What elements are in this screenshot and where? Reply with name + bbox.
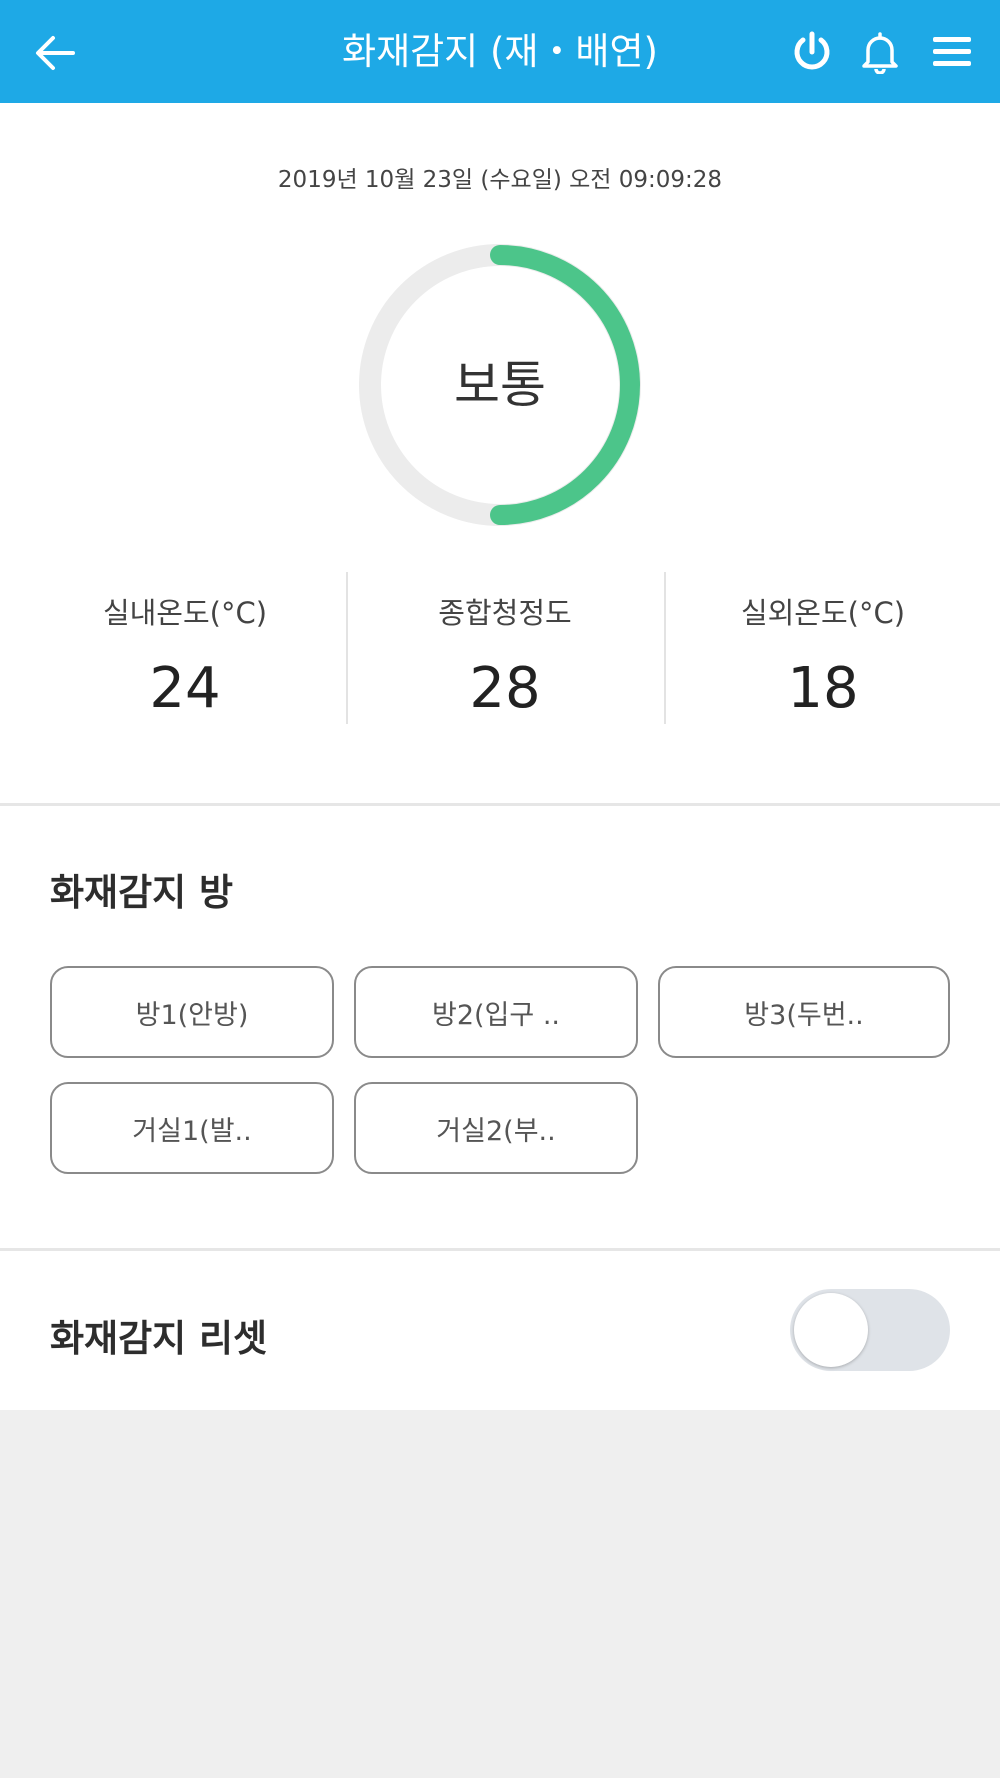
hamburger-menu-icon	[933, 37, 971, 66]
room-button[interactable]: 거실2(부..	[354, 1082, 638, 1174]
top-app-bar: 화재감지 (재・배연)	[0, 0, 1000, 103]
bell-icon	[862, 32, 898, 74]
stat-air-cleanliness: 종합청정도 28	[345, 590, 665, 721]
arrow-left-icon	[36, 36, 75, 70]
stat-value: 24	[149, 656, 221, 721]
power-button[interactable]	[782, 22, 842, 82]
back-button[interactable]	[30, 28, 80, 78]
page-title: 화재감지 (재・배연)	[342, 30, 658, 73]
app-root: 화재감지 (재・배연) 2019년 10월 23일 (수요일) 오전 09:09…	[0, 0, 1000, 1778]
stat-label: 실외온도(°C)	[740, 596, 906, 630]
reset-section-title: 화재감지 리셋	[50, 1317, 268, 1360]
stat-value: 18	[787, 656, 859, 721]
notifications-button[interactable]	[850, 22, 910, 82]
section-divider	[0, 1248, 1000, 1251]
air-quality-gauge: 보통	[350, 235, 650, 535]
room-button[interactable]: 거실1(발..	[50, 1082, 334, 1174]
section-divider	[0, 803, 1000, 806]
room-button[interactable]: 방2(입구 ..	[354, 966, 638, 1058]
room-button[interactable]: 방3(두번..	[658, 966, 950, 1058]
stat-outdoor-temperature: 실외온도(°C) 18	[663, 590, 983, 721]
datetime-label: 2019년 10월 23일 (수요일) 오전 09:09:28	[277, 167, 723, 193]
rooms-section-title: 화재감지 방	[50, 871, 234, 914]
air-quality-status: 보통	[454, 356, 546, 414]
stat-value: 28	[469, 656, 541, 721]
reset-toggle[interactable]	[790, 1289, 950, 1371]
toggle-knob	[794, 1293, 868, 1367]
stat-label: 실내온도(°C)	[102, 596, 268, 630]
stat-indoor-temperature: 실내온도(°C) 24	[25, 590, 345, 721]
room-button[interactable]: 방1(안방)	[50, 966, 334, 1058]
stat-label: 종합청정도	[438, 596, 572, 630]
menu-button[interactable]	[922, 22, 982, 82]
power-icon	[794, 31, 830, 70]
